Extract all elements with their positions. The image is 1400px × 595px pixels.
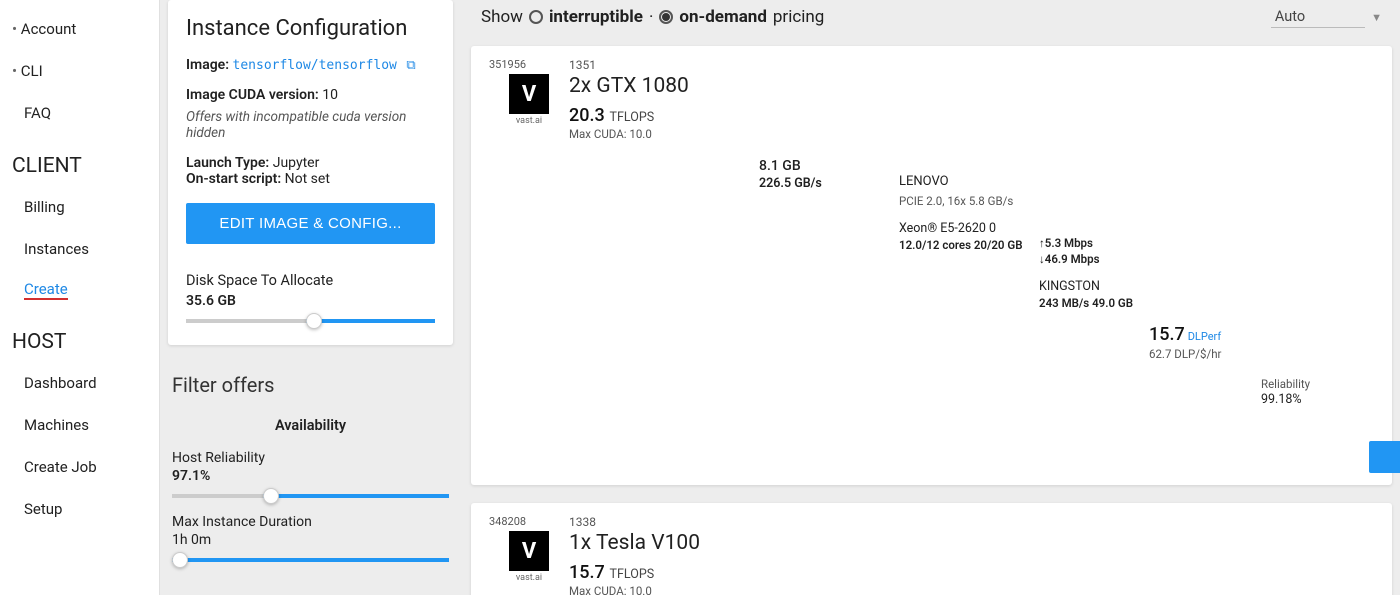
provider-name: vast.ai	[516, 116, 542, 126]
logo-icon: V	[509, 531, 549, 571]
sidebar-item-create-job[interactable]: Create Job	[0, 446, 159, 488]
net-up: ↑5.3 Mbps	[1039, 236, 1149, 250]
price: $0.250/hr	[1369, 391, 1400, 411]
sidebar-item-setup[interactable]: Setup	[0, 488, 159, 530]
dlperf-per-dollar: 62.7 DLP/$/hr	[1149, 347, 1261, 361]
slider-thumb[interactable]	[306, 313, 322, 329]
provider-logo: V vast.ai	[489, 74, 569, 126]
sidebar-item-cli[interactable]: CLI	[0, 50, 159, 92]
sidebar-item-billing[interactable]: Billing	[0, 186, 159, 228]
sidebar-section-client: CLIENT	[0, 134, 159, 186]
gpu-memory: 8.1 GB	[759, 158, 899, 174]
gpu-memory-rate: 226.5 GB/s	[759, 176, 899, 191]
pcie-info: PCIE 2.0, 16x 5.8 GB/s	[899, 194, 1039, 208]
host-reliability-slider[interactable]	[172, 494, 449, 498]
edit-image-config-button[interactable]: EDIT IMAGE & CONFIG...	[186, 203, 435, 244]
storage-name: KINGSTON	[1039, 279, 1149, 294]
dropdown-icon[interactable]: ▼	[1371, 11, 1382, 24]
max-duration-label: Max Instance Duration	[172, 514, 449, 530]
instance-config-title: Instance Configuration	[186, 16, 435, 41]
offer-id: 351956	[489, 58, 569, 71]
sidebar-item-create[interactable]: Create	[24, 280, 68, 300]
storage-value: 243 MB/s 49.0 GB	[1039, 296, 1149, 310]
offer-subid: 1338	[569, 515, 759, 529]
sidebar: AccountCLIFAQ CLIENT BillingInstances Cre…	[0, 0, 160, 595]
sidebar-item-instances[interactable]: Instances	[0, 228, 159, 270]
tflops: 15.7 TFLOPS	[569, 562, 759, 583]
pricing-radio-ondemand[interactable]: on-demand	[659, 7, 767, 27]
disk-space-label: Disk Space To Allocate	[186, 272, 435, 289]
max-duration-value: 1h 0m	[172, 532, 449, 548]
gpu-name: 2x GTX 1080	[569, 74, 759, 98]
filter-offers-title: Filter offers	[172, 373, 449, 397]
offer-subid: 1351	[569, 58, 759, 72]
config-column: Instance Configuration Image: tensorflow…	[160, 0, 465, 595]
show-label: Show	[481, 7, 523, 27]
offers-list: 351956 V vast.ai 1351 2x GTX 1080 20.3 T…	[471, 46, 1392, 595]
launch-type-label: Launch Type:	[186, 155, 269, 171]
image-link[interactable]: tensorflow/tensorflow	[233, 58, 397, 73]
instance-config-card: Instance Configuration Image: tensorflow…	[168, 0, 453, 345]
reliability-label: Reliability	[1261, 377, 1369, 391]
disk-space-value: 35.6 GB	[186, 293, 435, 309]
host-name: LENOVO	[899, 174, 1039, 189]
image-label: Image:	[186, 57, 229, 73]
slider-thumb[interactable]	[263, 488, 279, 504]
cuda-version-value: 10	[322, 87, 338, 103]
sidebar-section-host: HOST	[0, 310, 159, 362]
dlperf: 15.7 DLPerf	[1149, 324, 1261, 345]
max-cuda: Max CUDA: 10.0	[569, 127, 759, 141]
logo-icon: V	[509, 74, 549, 114]
onstart-label: On-start script:	[186, 171, 281, 187]
availability-heading: Availability	[172, 417, 449, 434]
reliability-value: 99.18%	[1261, 392, 1369, 407]
rent-button[interactable]: RENT	[1369, 441, 1400, 473]
cpu-name: Xeon® E5-2620 0	[899, 221, 1039, 236]
launch-type-value: Jupyter	[273, 155, 320, 171]
sidebar-item-faq[interactable]: FAQ	[0, 92, 159, 134]
max-cuda: Max CUDA: 10.0	[569, 584, 759, 595]
cuda-note: Offers with incompatible cuda version hi…	[186, 109, 435, 141]
sidebar-item-dashboard[interactable]: Dashboard	[0, 362, 159, 404]
pricing-tail: pricing	[773, 7, 824, 27]
pricing-radio-interruptible[interactable]: interruptible	[529, 7, 643, 27]
offer-card: 351956 V vast.ai 1351 2x GTX 1080 20.3 T…	[471, 46, 1392, 485]
cpu-cores: 12.0/12 cores 20/20 GB	[899, 238, 1039, 252]
offer-id: 348208	[489, 515, 569, 528]
sidebar-item-machines[interactable]: Machines	[0, 404, 159, 446]
offers-column: Show interruptible · on-demand pricing A…	[465, 0, 1400, 595]
onstart-value: Not set	[285, 171, 330, 187]
host-reliability-label: Host Reliability	[172, 450, 449, 466]
provider-logo: V vast.ai	[489, 531, 569, 583]
max-duration-slider[interactable]	[172, 558, 449, 562]
pricing-mode-row: Show interruptible · on-demand pricing A…	[471, 0, 1392, 46]
net-down: ↓46.9 Mbps	[1039, 252, 1149, 266]
host-reliability-value: 97.1%	[172, 468, 449, 484]
offer-card: 348208 V vast.ai 1338 1x Tesla V100 15.7…	[471, 503, 1392, 595]
external-link-icon[interactable]: ⧉	[406, 58, 415, 73]
sidebar-item-account[interactable]: Account	[0, 8, 159, 50]
provider-name: vast.ai	[516, 573, 542, 583]
gpu-name: 1x Tesla V100	[569, 531, 759, 555]
filter-offers-panel: Filter offers Availability Host Reliabil…	[168, 369, 453, 562]
tflops: 20.3 TFLOPS	[569, 105, 759, 126]
cuda-version-label: Image CUDA version:	[186, 87, 319, 103]
slider-thumb[interactable]	[172, 552, 188, 568]
sort-select[interactable]: Auto	[1271, 6, 1365, 28]
disk-space-slider[interactable]	[186, 319, 435, 323]
